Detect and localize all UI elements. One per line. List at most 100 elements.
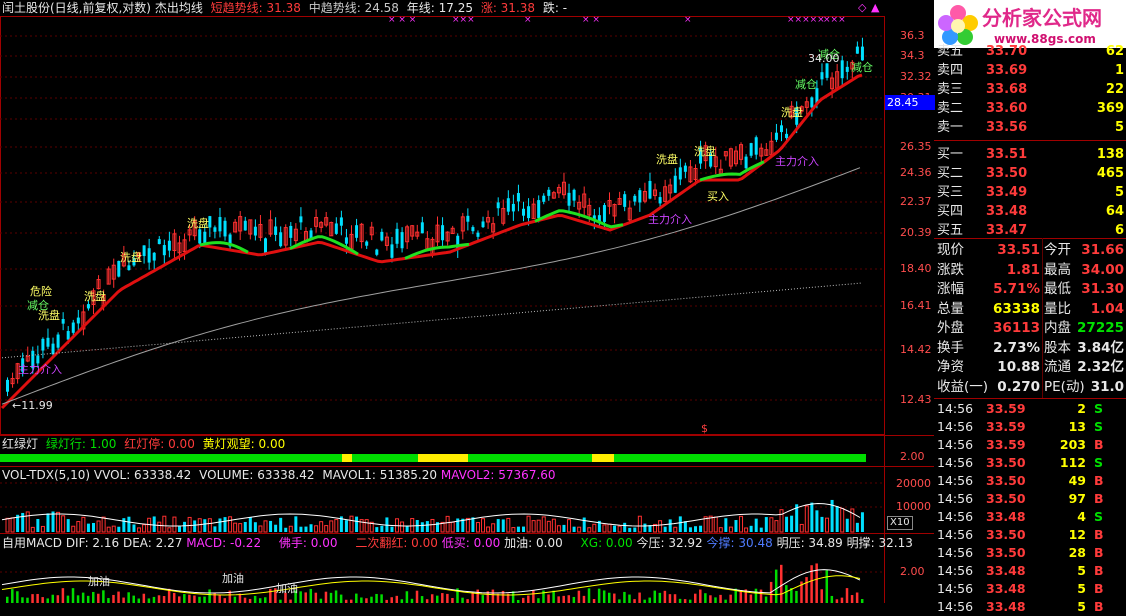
volume-bar <box>430 518 435 533</box>
tick-row[interactable]: 14:56 33.48 5 B <box>934 562 1126 580</box>
volume-bar <box>207 518 212 533</box>
order-book-row[interactable]: 买一 33.51 138 <box>934 145 1126 164</box>
volume-bar <box>243 521 247 532</box>
candle-body <box>365 241 369 246</box>
volume-bar <box>592 523 597 533</box>
macd-bar <box>81 592 85 603</box>
order-price: 33.56 <box>986 120 1028 135</box>
macd-bar <box>16 591 19 603</box>
grid <box>0 35 884 573</box>
macd-bar <box>602 590 606 603</box>
candle-body <box>61 319 65 324</box>
volume-bar <box>613 525 617 532</box>
tick-row[interactable]: 14:56 33.50 112 S <box>934 454 1126 472</box>
tick-row[interactable]: 14:56 33.50 12 B <box>934 526 1126 544</box>
macd-bar <box>66 595 70 603</box>
order-book-row[interactable]: 卖四 33.69 1 <box>934 61 1126 80</box>
tick-volume: 4 <box>1077 509 1086 524</box>
tick-row[interactable]: 14:56 33.50 49 B <box>934 472 1126 490</box>
volume-bar <box>577 526 582 533</box>
order-book-row[interactable]: 卖五 33.70 62 <box>934 42 1126 61</box>
order-book-row[interactable]: 买二 33.50 465 <box>934 164 1126 183</box>
volume-bar <box>162 515 167 533</box>
light-panel-header: 红绿灯 绿灯行: 1.00 红灯停: 0.00 黄灯观望: 0.00 <box>2 437 285 451</box>
volume-bar <box>450 521 455 533</box>
volume-bar <box>334 519 339 533</box>
collapse-icon[interactable]: ◇ <box>858 1 866 15</box>
quote-value: 27225 <box>1077 320 1124 336</box>
tick-row[interactable]: 14:56 33.48 5 B <box>934 580 1126 598</box>
candle-body <box>522 208 525 216</box>
tick-row[interactable]: 14:56 33.59 2 S <box>934 400 1126 418</box>
vol-panel-name[interactable]: VOL-TDX(5,10) <box>2 468 90 482</box>
tick-row[interactable]: 14:56 33.50 28 B <box>934 544 1126 562</box>
scroll-up-icon[interactable]: ▲ <box>871 1 879 15</box>
order-book-row[interactable]: 卖三 33.68 22 <box>934 80 1126 99</box>
macd-bar <box>11 589 14 603</box>
macd-bar <box>314 592 318 603</box>
volume-bar <box>299 526 303 532</box>
tick-row[interactable]: 14:56 33.59 203 B <box>934 436 1126 454</box>
quote-label: PE(动) <box>1044 378 1085 395</box>
macd-value: MACD: -0.22 <box>186 536 262 550</box>
volume-bar <box>785 516 789 532</box>
signal-mark: × × <box>582 15 600 25</box>
chart-annotation: 洗盘 <box>656 153 678 166</box>
tick-row[interactable]: 14:56 33.50 97 B <box>934 490 1126 508</box>
candle-body <box>820 72 824 80</box>
order-level-label: 买一 <box>937 147 964 162</box>
tick-row[interactable]: 14:56 33.48 5 B <box>934 598 1126 616</box>
volume-bar <box>279 517 283 532</box>
macd-bar <box>729 594 732 603</box>
volume-bar <box>288 525 293 533</box>
light-panel-title[interactable]: 红绿灯 <box>2 437 38 451</box>
macd-bar <box>714 597 717 603</box>
volume-bar <box>66 519 70 532</box>
price-axis-label: 24.36 <box>900 166 932 179</box>
candle-body <box>299 216 303 223</box>
order-book-row[interactable]: 卖一 33.56 5 <box>934 118 1126 137</box>
volume-bar <box>61 515 66 533</box>
order-book-row[interactable]: 买四 33.48 64 <box>934 202 1126 221</box>
jinzhi-value: 今撑: 30.48 <box>706 536 773 550</box>
volume-bar <box>187 516 192 533</box>
volume-bar <box>203 519 207 532</box>
tick-row[interactable]: 14:56 33.59 13 S <box>934 418 1126 436</box>
macd-bar <box>102 590 105 603</box>
stock-title[interactable]: 闰土股份(日线,前复权,对数) <box>2 1 151 15</box>
macd-bar <box>304 592 307 603</box>
dea-value: DEA: 2.27 <box>122 536 183 550</box>
dea-line <box>1 575 861 596</box>
candle-body <box>673 175 677 193</box>
volume-bar <box>5 517 10 533</box>
tick-side: B <box>1094 527 1104 542</box>
volume-bar <box>364 519 369 533</box>
macd-bar <box>258 598 262 603</box>
candle-body <box>572 189 576 201</box>
macd-bar <box>633 599 636 603</box>
volume-bar <box>779 509 784 533</box>
high-price-label: 34.00 <box>808 52 840 66</box>
volume-bar <box>218 518 222 532</box>
tick-row[interactable]: 14:56 33.48 4 S <box>934 508 1126 526</box>
mingya-value: 明压: 34.89 <box>776 536 843 550</box>
volume-bar <box>178 526 181 532</box>
volume-bar <box>572 526 576 532</box>
volume-bar <box>769 517 774 533</box>
order-book-row[interactable]: 卖二 33.60 369 <box>934 99 1126 118</box>
volume-bar <box>501 519 505 532</box>
tick-time: 14:56 <box>937 455 974 470</box>
quote-label: 外盘 <box>937 320 964 336</box>
chart-annotation: 洗盘 <box>84 290 106 303</box>
macd-bar <box>577 590 581 603</box>
light-bar-yellow <box>592 454 614 462</box>
vol-axis-label: 10000 <box>896 500 931 513</box>
order-book-row[interactable]: 买三 33.49 5 <box>934 183 1126 202</box>
tick-price: 33.48 <box>986 509 1026 524</box>
macd-panel-name[interactable]: 自用MACD <box>2 536 62 550</box>
volume-bar <box>617 525 622 533</box>
macd-bar <box>405 591 409 603</box>
macd-bar <box>597 588 601 603</box>
candle-body <box>602 205 606 222</box>
volume-bar <box>40 525 45 533</box>
